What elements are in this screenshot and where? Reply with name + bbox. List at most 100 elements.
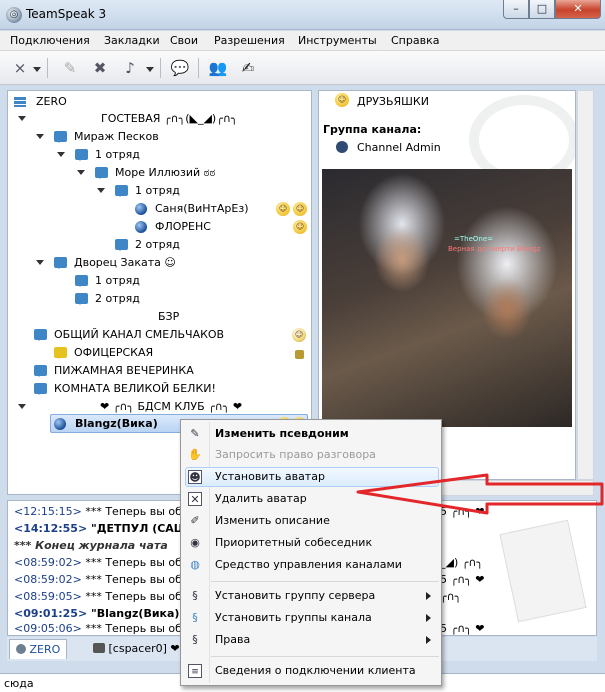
tree-row-guest[interactable]: ГОСТЕВАЯ ╭∩╮(◣_◢)╭∩╮ [8, 110, 308, 128]
chat-bubble-icon[interactable]: 💬 [168, 56, 192, 80]
tab-channel[interactable]: [cspacer0] ❤ [87, 639, 186, 659]
channel-icon [115, 185, 128, 197]
menu-permissions[interactable]: Разрешения [214, 34, 285, 47]
chat-text: *** Теперь вы общ [85, 505, 193, 518]
menu-item-label: Установить аватар [215, 470, 325, 483]
expand-chevron-icon[interactable] [36, 134, 44, 139]
channel-name: ОФИЦЕРСКАЯ [74, 346, 154, 359]
close-button[interactable]: ✕ [555, 0, 601, 19]
menu-item-channel-commander[interactable]: ◍ Средство управления каналами [181, 555, 441, 575]
tree-row-client[interactable]: Саня(ВиНтАрЕз) ☺ ☺ [8, 200, 308, 218]
menu-item-label: Удалить аватар [215, 492, 307, 505]
chat-text: *** Теперь вы обц [85, 556, 190, 569]
expand-chevron-icon[interactable] [77, 170, 85, 175]
channel-name: Море Иллюзий ಠಠ [115, 166, 216, 179]
channel-name: 1 отряд [95, 274, 140, 287]
tree-row-client[interactable]: ФЛОРЕНС ☺ [8, 218, 308, 236]
server-group-icon: § [192, 589, 198, 602]
channel-admin-icon [336, 141, 348, 153]
connection-info-icon: ≡ [188, 664, 202, 678]
client-status-icon [135, 221, 147, 233]
tab-label: ZERO [29, 643, 61, 656]
server-icon [14, 97, 26, 107]
menu-item-connection-info[interactable]: ≡ Сведения о подключении клиента [181, 661, 441, 681]
menu-bar: Подключения Закладки Свои Разрешения Инс… [0, 31, 605, 51]
channel-name: ОБЩИЙ КАНАЛ СМЕЛЬЧАКОВ [54, 328, 225, 341]
expand-chevron-icon[interactable] [97, 188, 105, 193]
hotkey-icon[interactable]: ✍ [236, 56, 260, 80]
expand-chevron-icon[interactable] [36, 260, 44, 265]
chat-text: *** Теперь вы обц [85, 622, 190, 635]
tab-server[interactable]: ZERO [9, 639, 68, 659]
chat-line-tail: ╭∩╮ [440, 590, 462, 603]
channel-name: КОМНАТА ВЕЛИКОЙ БЕЛКИ! [54, 382, 216, 395]
tree-row-channel[interactable]: ОФИЦЕРСКАЯ [8, 344, 308, 362]
channel-commander-icon: ◍ [190, 558, 200, 571]
menu-item-label: Установить группу сервера [215, 589, 376, 602]
description-icon: ✐ [190, 514, 200, 527]
channel-group-value: Channel Admin [357, 141, 441, 154]
channel-icon [34, 383, 47, 395]
pencil-icon: ✎ [190, 427, 200, 440]
submenu-arrow-icon [426, 636, 431, 644]
tree-row-channel[interactable]: ОБЩИЙ КАНАЛ СМЕЛЬЧАКОВ ☺ [8, 326, 308, 344]
chat-line-tail: 5 ╭∩╮ ❤ [440, 573, 485, 586]
chat-line: *** Конец журнала чата [14, 539, 168, 552]
chat-line: <09:05:06> *** Теперь вы обц [14, 622, 189, 635]
chat-timestamp: <12:15:15> [14, 505, 82, 518]
menu-item-label: Изменить псевдоним [215, 427, 349, 440]
channel-icon [115, 239, 128, 251]
channel-icon [34, 329, 47, 341]
title-bar: ◎ TeamSpeak 3 – □ ✕ [0, 0, 605, 30]
client-context-menu: ✎ Изменить псевдоним ✋ Запросить право р… [180, 419, 442, 686]
menu-self[interactable]: Свои [170, 34, 198, 47]
expand-chevron-icon[interactable] [57, 152, 65, 157]
away-icon[interactable]: ✎ [58, 56, 82, 80]
menu-help[interactable]: Справка [391, 34, 439, 47]
channel-group-label: Группа канала: [323, 123, 422, 136]
expand-chevron-icon[interactable] [18, 116, 26, 121]
watermark-paper [499, 519, 587, 623]
request-talk-icon: ✋ [188, 448, 202, 461]
channel-tab-icon [93, 643, 105, 653]
menu-bookmarks[interactable]: Закладки [104, 34, 160, 47]
menu-item-change-nickname[interactable]: ✎ Изменить псевдоним [181, 424, 441, 444]
menu-tools[interactable]: Инструменты [298, 34, 377, 47]
santa-smiley-icon: ☺ [335, 93, 349, 107]
chat-line: <09:01:25> "Blangz(Вика)": [14, 607, 190, 620]
channel-icon [75, 275, 88, 287]
menu-item-set-server-group[interactable]: § Установить группу сервера [181, 586, 441, 606]
menu-item-request-talk[interactable]: ✋ Запросить право разговора [181, 445, 441, 465]
menu-item-priority-speaker[interactable]: ◉ Приоритетный собеседник [181, 533, 441, 553]
expand-chevron-icon[interactable] [18, 404, 26, 409]
menu-item-permissions[interactable]: § Права [181, 630, 441, 650]
toolbar: ⨯ ✎ ✖ ♪ 💬 👥 ✍ [0, 51, 605, 85]
minimize-button[interactable]: – [503, 0, 529, 19]
info-vertical-scrollbar[interactable] [577, 90, 594, 480]
channel-icon [95, 167, 108, 179]
smiley-icon: ☺ [292, 328, 306, 342]
menu-connections[interactable]: Подключения [10, 34, 90, 47]
mute-microphone-icon[interactable]: ✖ [88, 56, 112, 80]
channel-name: 2 отряд [95, 292, 140, 305]
menu-item-set-channel-group[interactable]: § Установить группы канала [181, 608, 441, 628]
lock-icon [295, 350, 304, 359]
smiley-icon: ☺ [293, 202, 307, 216]
connect-dropdown-chevron-icon[interactable] [33, 67, 41, 72]
channel-name: ПИЖАМНАЯ ВЕЧЕРИНКА [54, 364, 194, 377]
maximize-button[interactable]: □ [529, 0, 555, 19]
client-status-icon [54, 418, 66, 430]
toolbar-separator [198, 58, 199, 78]
chat-text: "Blangz(Вика)": [91, 607, 190, 620]
santa-smiley-icon: ☺ [276, 202, 290, 216]
chat-timestamp: <09:01:25> [14, 607, 88, 620]
chat-text: *** Теперь вы обц [85, 573, 190, 586]
speakers-dropdown-chevron-icon[interactable] [146, 67, 154, 72]
priority-speaker-icon: ◉ [190, 536, 200, 549]
chat-line: <08:59:05> *** Теперь вы обц [14, 590, 189, 603]
permissions-icon: § [192, 633, 198, 646]
contacts-icon[interactable]: 👥 [206, 56, 230, 80]
mute-speakers-icon[interactable]: ♪ [118, 56, 142, 80]
channel-name: 2 отряд [135, 238, 180, 251]
connect-icon[interactable]: ⨯ [8, 56, 32, 80]
